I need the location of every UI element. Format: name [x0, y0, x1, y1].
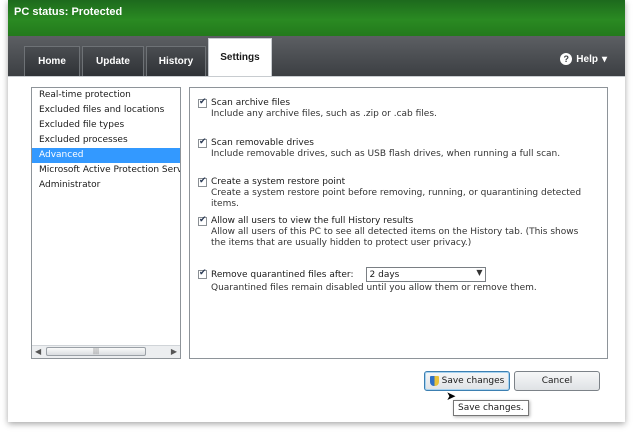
scroll-right-icon[interactable]: ▶: [171, 347, 177, 356]
sidebar-item-advanced[interactable]: Advanced: [32, 148, 180, 163]
cancel-button[interactable]: Cancel: [514, 371, 600, 391]
shield-icon: [429, 376, 439, 386]
save-tooltip: Save changes.: [453, 400, 529, 416]
scroll-left-icon[interactable]: ◀: [35, 347, 41, 356]
help-label: Help: [576, 53, 598, 65]
option-label: Scan removable drives: [211, 138, 314, 148]
option-full-history: Allow all users to view the full History…: [198, 215, 593, 249]
option-label: Create a system restore point: [211, 177, 346, 187]
option-label: Remove quarantined files after:: [211, 269, 354, 280]
option-remove-quarantined: Remove quarantined files after: 2 days ▼…: [198, 267, 537, 294]
help-menu[interactable]: ? Help ▾: [560, 53, 607, 65]
checkbox-restore-point[interactable]: [198, 176, 207, 187]
select-value: 2 days: [369, 269, 400, 280]
option-description: Include any archive files, such as .zip …: [211, 109, 437, 119]
sidebar-item-maps[interactable]: Microsoft Active Protection Service: [32, 163, 180, 178]
sidebar-item-excluded-files[interactable]: Excluded files and locations: [32, 103, 180, 118]
checkbox-full-history[interactable]: [198, 215, 207, 226]
settings-content: Real-time protection Excluded files and …: [8, 76, 625, 422]
sidebar-item-excluded-processes[interactable]: Excluded processes: [32, 133, 180, 148]
defender-window: PC status: Protected Home Update History…: [8, 0, 625, 422]
chevron-down-icon: ▾: [601, 53, 607, 65]
question-icon: ?: [560, 53, 573, 65]
option-description: Allow all users of this PC to see all de…: [211, 227, 579, 248]
sidebar-scrollbar[interactable]: ◀ ||| ▶: [32, 345, 180, 358]
checkbox-remove-quarantined[interactable]: [198, 268, 207, 279]
checkbox-scan-archives[interactable]: [198, 97, 207, 108]
tab-settings[interactable]: Settings: [208, 38, 272, 76]
tab-history[interactable]: History: [146, 46, 206, 76]
option-label: Allow all users to view the full History…: [211, 216, 414, 226]
status-title: PC status: Protected: [14, 6, 123, 18]
chevron-down-icon: ▼: [476, 268, 483, 277]
option-scan-archives: Scan archive files Include any archive f…: [198, 97, 437, 120]
tab-home[interactable]: Home: [24, 46, 80, 76]
option-description: Quarantined files remain disabled until …: [211, 283, 537, 293]
save-label: Save changes: [441, 376, 505, 386]
sidebar-item-administrator[interactable]: Administrator: [32, 178, 180, 193]
sidebar-item-realtime[interactable]: Real-time protection: [32, 88, 180, 103]
scroll-thumb[interactable]: |||: [46, 347, 146, 356]
save-changes-button[interactable]: Save changes: [424, 371, 510, 391]
option-restore-point: Create a system restore point Create a s…: [198, 176, 607, 210]
settings-sidebar: Real-time protection Excluded files and …: [31, 87, 181, 359]
option-label: Scan archive files: [211, 98, 291, 108]
advanced-options-panel: Scan archive files Include any archive f…: [189, 87, 608, 359]
option-description: Create a system restore point before rem…: [211, 188, 582, 209]
status-bar: PC status: Protected: [8, 0, 625, 36]
option-description: Include removable drives, such as USB fl…: [211, 149, 561, 159]
sidebar-item-excluded-types[interactable]: Excluded file types: [32, 118, 180, 133]
option-scan-removable: Scan removable drives Include removable …: [198, 137, 561, 160]
checkbox-scan-removable[interactable]: [198, 137, 207, 148]
tab-update[interactable]: Update: [82, 46, 144, 76]
quarantine-days-select[interactable]: 2 days ▼: [365, 267, 486, 282]
